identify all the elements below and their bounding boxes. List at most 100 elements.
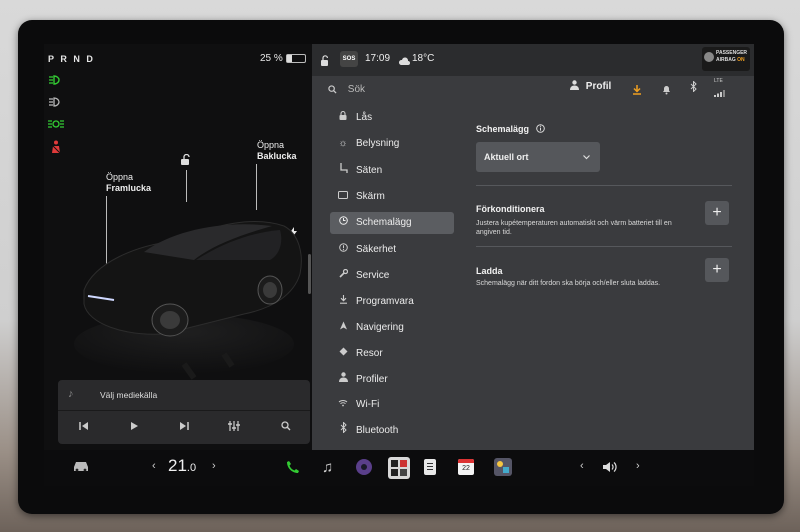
bluetooth-icon [336, 420, 350, 442]
menu-item-sakerhet[interactable]: Säkerhet [330, 239, 454, 261]
wifi-icon [336, 394, 350, 416]
temp-up-chevron-icon[interactable]: › [212, 460, 216, 472]
cabin-temperature[interactable]: 21.0 [168, 456, 196, 476]
settings-panel: SOS 17:09 18°C PASSENGER AIRBAG ON Sök P… [312, 44, 754, 450]
download-icon[interactable] [632, 82, 642, 100]
previous-track-icon[interactable] [74, 419, 94, 437]
media-search-icon[interactable] [276, 419, 296, 437]
display-icon [336, 186, 350, 208]
menu-label: Resor [356, 348, 383, 359]
add-precondition-button[interactable]: + [705, 201, 729, 225]
menu-label: Skärm [356, 191, 385, 202]
menu-label: Wi-Fi [356, 399, 380, 410]
menu-item-programvara[interactable]: Programvara [330, 291, 454, 313]
frunk-open-label[interactable]: Öppna Framlucka [106, 172, 151, 194]
menu-item-bluetooth[interactable]: Bluetooth [330, 420, 454, 442]
menu-item-profiler[interactable]: Profiler [330, 369, 454, 391]
dropdown-value: Aktuell ort [484, 152, 529, 162]
clock: 17:09 [365, 53, 391, 64]
profile-button[interactable]: Profil [570, 80, 611, 92]
car-image [74, 221, 302, 380]
person-icon [570, 80, 579, 90]
unlock-icon[interactable] [180, 153, 192, 169]
page-title: Schemalägg [476, 124, 545, 134]
media-controls [58, 411, 310, 444]
search-icon [328, 85, 337, 94]
seatbelt-warning-icon [46, 140, 66, 154]
media-source-row[interactable]: ♪ Välj mediekälla [58, 380, 310, 411]
play-icon[interactable] [124, 419, 144, 437]
outside-temperature: 18°C [412, 53, 435, 64]
menu-item-navigering[interactable]: Navigering [330, 317, 454, 339]
notepad-icon[interactable] [424, 459, 436, 475]
menu-item-saten[interactable]: Säten [330, 160, 454, 182]
menu-item-service[interactable]: Service [330, 265, 454, 287]
notification-bell-icon[interactable] [662, 82, 671, 100]
menu-item-skarm[interactable]: Skärm [330, 186, 454, 208]
menu-label: Service [356, 270, 390, 281]
menu-label: Schemalägg [356, 217, 412, 228]
app-launcher-icon[interactable] [388, 457, 410, 479]
lock-status-icon[interactable] [320, 53, 330, 71]
info-icon [336, 239, 350, 261]
airbag-label-line2: AIRBAG [716, 57, 736, 63]
airbag-state: ON [737, 57, 745, 63]
battery-percentage: 25 % [260, 53, 283, 64]
lte-label: LTE [714, 78, 723, 84]
signal-bars-icon [714, 90, 725, 97]
lock-leader-line [186, 170, 187, 202]
bottom-taskbar: ‹ 21.0 › ♫ 22 ‹ › [44, 450, 754, 486]
airbag-icon [704, 52, 714, 62]
volume-up-chevron-icon[interactable]: › [636, 460, 640, 472]
frunk-label-line2: Framlucka [106, 183, 152, 193]
media-source-label: Välj mediekälla [100, 390, 158, 400]
car-icon[interactable] [72, 460, 90, 475]
precondition-desc-line1: Justera kupétemperaturen automatiskt och… [476, 220, 672, 227]
panel-resize-handle[interactable] [308, 254, 311, 294]
precondition-title: Förkonditionera [476, 204, 545, 214]
menu-item-resor[interactable]: Resor [330, 343, 454, 365]
menu-item-belysning[interactable]: ☼ Belysning [330, 133, 454, 155]
info-icon[interactable] [535, 124, 545, 133]
gear-selector: P R N D [48, 54, 95, 64]
music-icon[interactable]: ♫ [322, 459, 333, 476]
battery-icon [286, 54, 306, 63]
lock-icon [336, 107, 350, 129]
location-dropdown[interactable]: Aktuell ort [476, 142, 600, 172]
phone-icon[interactable] [286, 460, 300, 479]
menu-label: Programvara [356, 296, 414, 307]
seat-heater-icon[interactable] [178, 478, 192, 486]
top-status-bar: SOS 17:09 18°C PASSENGER AIRBAG ON [312, 44, 754, 76]
add-charge-button[interactable]: + [705, 258, 729, 282]
sos-button[interactable]: SOS [340, 51, 358, 67]
temp-down-chevron-icon[interactable]: ‹ [152, 460, 156, 472]
next-track-icon[interactable] [174, 419, 194, 437]
settings-search[interactable]: Sök [328, 84, 365, 95]
camera-app-icon[interactable] [356, 459, 372, 475]
touchscreen: P R N D 25 % Öppna Framlucka Öppna Baklu… [44, 44, 754, 486]
menu-label: Profiler [356, 374, 388, 385]
menu-label: Säkerhet [356, 244, 397, 255]
calendar-day: 22 [462, 465, 470, 472]
person-icon [336, 369, 350, 391]
volume-icon[interactable] [602, 460, 618, 478]
airbag-label-line1: PASSENGER [716, 50, 748, 56]
lte-signal: LTE [714, 78, 726, 102]
calendar-icon[interactable]: 22 [458, 459, 474, 475]
menu-label: Säten [356, 165, 383, 176]
menu-item-schemalagg[interactable]: Schemalägg [330, 212, 454, 234]
menu-item-las[interactable]: Lås [330, 107, 454, 129]
vehicle-panel: P R N D 25 % Öppna Framlucka Öppna Baklu… [44, 44, 312, 459]
headlights-icon [46, 74, 66, 88]
download-icon [336, 291, 350, 313]
toybox-icon[interactable] [494, 458, 512, 476]
seat-icon [336, 160, 350, 182]
equalizer-icon[interactable] [224, 419, 244, 437]
trunk-open-label[interactable]: Öppna Baklucka [257, 140, 297, 162]
bluetooth-status-icon[interactable] [690, 80, 697, 95]
volume-down-chevron-icon[interactable]: ‹ [580, 460, 584, 472]
frunk-label-line1: Öppna [106, 172, 134, 182]
trunk-label-line1: Öppna [257, 140, 285, 150]
navigation-icon [336, 317, 350, 339]
menu-item-wifi[interactable]: Wi-Fi [330, 394, 454, 416]
